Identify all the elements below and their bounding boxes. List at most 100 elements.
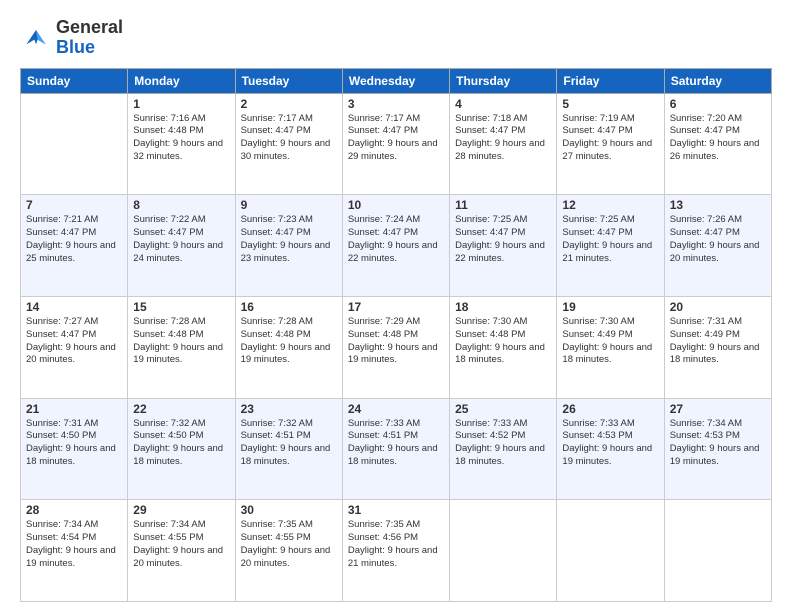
day-cell (450, 500, 557, 602)
day-number: 28 (26, 503, 122, 517)
day-info: Sunrise: 7:30 AMSunset: 4:49 PMDaylight:… (562, 316, 658, 367)
day-number: 14 (26, 300, 122, 314)
day-number: 15 (133, 300, 229, 314)
day-cell: 5 Sunrise: 7:19 AMSunset: 4:47 PMDaylight… (557, 93, 664, 195)
day-info: Sunrise: 7:18 AMSunset: 4:47 PMDaylight:… (455, 113, 551, 164)
day-info: Sunrise: 7:33 AMSunset: 4:52 PMDaylight:… (455, 418, 551, 469)
week-row-1: 7 Sunrise: 7:21 AMSunset: 4:47 PMDaylight… (21, 195, 772, 297)
day-cell: 7 Sunrise: 7:21 AMSunset: 4:47 PMDaylight… (21, 195, 128, 297)
day-number: 24 (348, 402, 444, 416)
day-cell (664, 500, 771, 602)
day-cell: 13 Sunrise: 7:26 AMSunset: 4:47 PMDayligh… (664, 195, 771, 297)
day-cell: 28 Sunrise: 7:34 AMSunset: 4:54 PMDayligh… (21, 500, 128, 602)
day-cell (557, 500, 664, 602)
day-cell: 15Sunrise: 7:28 AMSunset: 4:48 PMDayligh… (128, 296, 235, 398)
day-info: Sunrise: 7:25 AMSunset: 4:47 PMDaylight:… (562, 214, 658, 265)
day-number: 22 (133, 402, 229, 416)
day-number: 26 (562, 402, 658, 416)
calendar-header-row: SundayMondayTuesdayWednesdayThursdayFrid… (21, 68, 772, 93)
day-number: 11 (455, 198, 551, 212)
day-info: Sunrise: 7:34 AMSunset: 4:54 PMDaylight:… (26, 519, 122, 570)
day-info: Sunrise: 7:26 AMSunset: 4:47 PMDaylight:… (670, 214, 766, 265)
day-number: 19 (562, 300, 658, 314)
day-info: Sunrise: 7:27 AMSunset: 4:47 PMDaylight:… (26, 316, 122, 367)
day-number: 21 (26, 402, 122, 416)
day-cell: 14 Sunrise: 7:27 AMSunset: 4:47 PMDayligh… (21, 296, 128, 398)
day-info: Sunrise: 7:23 AMSunset: 4:47 PMDaylight:… (241, 214, 337, 265)
day-number: 27 (670, 402, 766, 416)
col-header-tuesday: Tuesday (235, 68, 342, 93)
day-info: Sunrise: 7:29 AMSunset: 4:48 PMDaylight:… (348, 316, 444, 367)
day-cell: 27 Sunrise: 7:34 AMSunset: 4:53 PMDayligh… (664, 398, 771, 500)
day-info: Sunrise: 7:24 AMSunset: 4:47 PMDaylight:… (348, 214, 444, 265)
day-number: 9 (241, 198, 337, 212)
day-info: Sunrise: 7:17 AMSunset: 4:47 PMDaylight:… (348, 113, 444, 164)
logo: General Blue (20, 18, 123, 58)
day-number: 10 (348, 198, 444, 212)
header: General Blue (20, 18, 772, 58)
day-cell: 25 Sunrise: 7:33 AMSunset: 4:52 PMDayligh… (450, 398, 557, 500)
logo-text: General Blue (56, 18, 123, 58)
day-number: 17 (348, 300, 444, 314)
day-info: Sunrise: 7:19 AMSunset: 4:47 PMDaylight:… (562, 113, 658, 164)
week-row-0: 1 Sunrise: 7:16 AMSunset: 4:48 PMDaylight… (21, 93, 772, 195)
day-cell: 17 Sunrise: 7:29 AMSunset: 4:48 PMDayligh… (342, 296, 449, 398)
day-cell: 30 Sunrise: 7:35 AMSunset: 4:55 PMDayligh… (235, 500, 342, 602)
day-info: Sunrise: 7:33 AMSunset: 4:51 PMDaylight:… (348, 418, 444, 469)
day-number: 8 (133, 198, 229, 212)
day-number: 3 (348, 97, 444, 111)
day-info: Sunrise: 7:17 AMSunset: 4:47 PMDaylight:… (241, 113, 337, 164)
calendar-table: SundayMondayTuesdayWednesdayThursdayFrid… (20, 68, 772, 602)
day-info: Sunrise: 7:33 AMSunset: 4:53 PMDaylight:… (562, 418, 658, 469)
day-info: Sunrise: 7:35 AMSunset: 4:56 PMDaylight:… (348, 519, 444, 570)
day-info: Sunrise: 7:30 AMSunset: 4:48 PMDaylight:… (455, 316, 551, 367)
day-number: 5 (562, 97, 658, 111)
day-number: 4 (455, 97, 551, 111)
day-cell: 21 Sunrise: 7:31 AMSunset: 4:50 PMDayligh… (21, 398, 128, 500)
day-number: 29 (133, 503, 229, 517)
day-info: Sunrise: 7:35 AMSunset: 4:55 PMDaylight:… (241, 519, 337, 570)
day-number: 13 (670, 198, 766, 212)
day-info: Sunrise: 7:16 AMSunset: 4:48 PMDaylight:… (133, 113, 229, 164)
page: General Blue SundayMondayTuesdayWednesda… (0, 0, 792, 612)
day-cell: 31Sunrise: 7:35 AMSunset: 4:56 PMDayligh… (342, 500, 449, 602)
day-number: 12 (562, 198, 658, 212)
day-cell: 19 Sunrise: 7:30 AMSunset: 4:49 PMDayligh… (557, 296, 664, 398)
day-cell: 18 Sunrise: 7:30 AMSunset: 4:48 PMDayligh… (450, 296, 557, 398)
day-cell: 22 Sunrise: 7:32 AMSunset: 4:50 PMDayligh… (128, 398, 235, 500)
col-header-monday: Monday (128, 68, 235, 93)
day-info: Sunrise: 7:21 AMSunset: 4:47 PMDaylight:… (26, 214, 122, 265)
day-info: Sunrise: 7:20 AMSunset: 4:47 PMDaylight:… (670, 113, 766, 164)
day-number: 6 (670, 97, 766, 111)
day-number: 7 (26, 198, 122, 212)
day-cell: 11 Sunrise: 7:25 AMSunset: 4:47 PMDayligh… (450, 195, 557, 297)
day-cell: 9 Sunrise: 7:23 AMSunset: 4:47 PMDaylight… (235, 195, 342, 297)
day-cell: 12 Sunrise: 7:25 AMSunset: 4:47 PMDayligh… (557, 195, 664, 297)
day-cell: 16Sunrise: 7:28 AMSunset: 4:48 PMDayligh… (235, 296, 342, 398)
col-header-friday: Friday (557, 68, 664, 93)
day-number: 20 (670, 300, 766, 314)
day-number: 2 (241, 97, 337, 111)
day-info: Sunrise: 7:25 AMSunset: 4:47 PMDaylight:… (455, 214, 551, 265)
day-cell: 3 Sunrise: 7:17 AMSunset: 4:47 PMDaylight… (342, 93, 449, 195)
day-number: 18 (455, 300, 551, 314)
day-cell: 8 Sunrise: 7:22 AMSunset: 4:47 PMDaylight… (128, 195, 235, 297)
day-number: 16 (241, 300, 337, 314)
day-cell: 1 Sunrise: 7:16 AMSunset: 4:48 PMDaylight… (128, 93, 235, 195)
day-cell: 23Sunrise: 7:32 AMSunset: 4:51 PMDayligh… (235, 398, 342, 500)
col-header-wednesday: Wednesday (342, 68, 449, 93)
col-header-thursday: Thursday (450, 68, 557, 93)
day-info: Sunrise: 7:32 AMSunset: 4:51 PMDaylight:… (241, 418, 337, 469)
col-header-saturday: Saturday (664, 68, 771, 93)
day-number: 1 (133, 97, 229, 111)
week-row-2: 14 Sunrise: 7:27 AMSunset: 4:47 PMDayligh… (21, 296, 772, 398)
day-info: Sunrise: 7:34 AMSunset: 4:53 PMDaylight:… (670, 418, 766, 469)
day-info: Sunrise: 7:31 AMSunset: 4:50 PMDaylight:… (26, 418, 122, 469)
day-number: 25 (455, 402, 551, 416)
day-number: 30 (241, 503, 337, 517)
day-cell: 6 Sunrise: 7:20 AMSunset: 4:47 PMDaylight… (664, 93, 771, 195)
day-info: Sunrise: 7:22 AMSunset: 4:47 PMDaylight:… (133, 214, 229, 265)
day-info: Sunrise: 7:32 AMSunset: 4:50 PMDaylight:… (133, 418, 229, 469)
day-cell: 20Sunrise: 7:31 AMSunset: 4:49 PMDayligh… (664, 296, 771, 398)
logo-blue: Blue (56, 37, 95, 57)
